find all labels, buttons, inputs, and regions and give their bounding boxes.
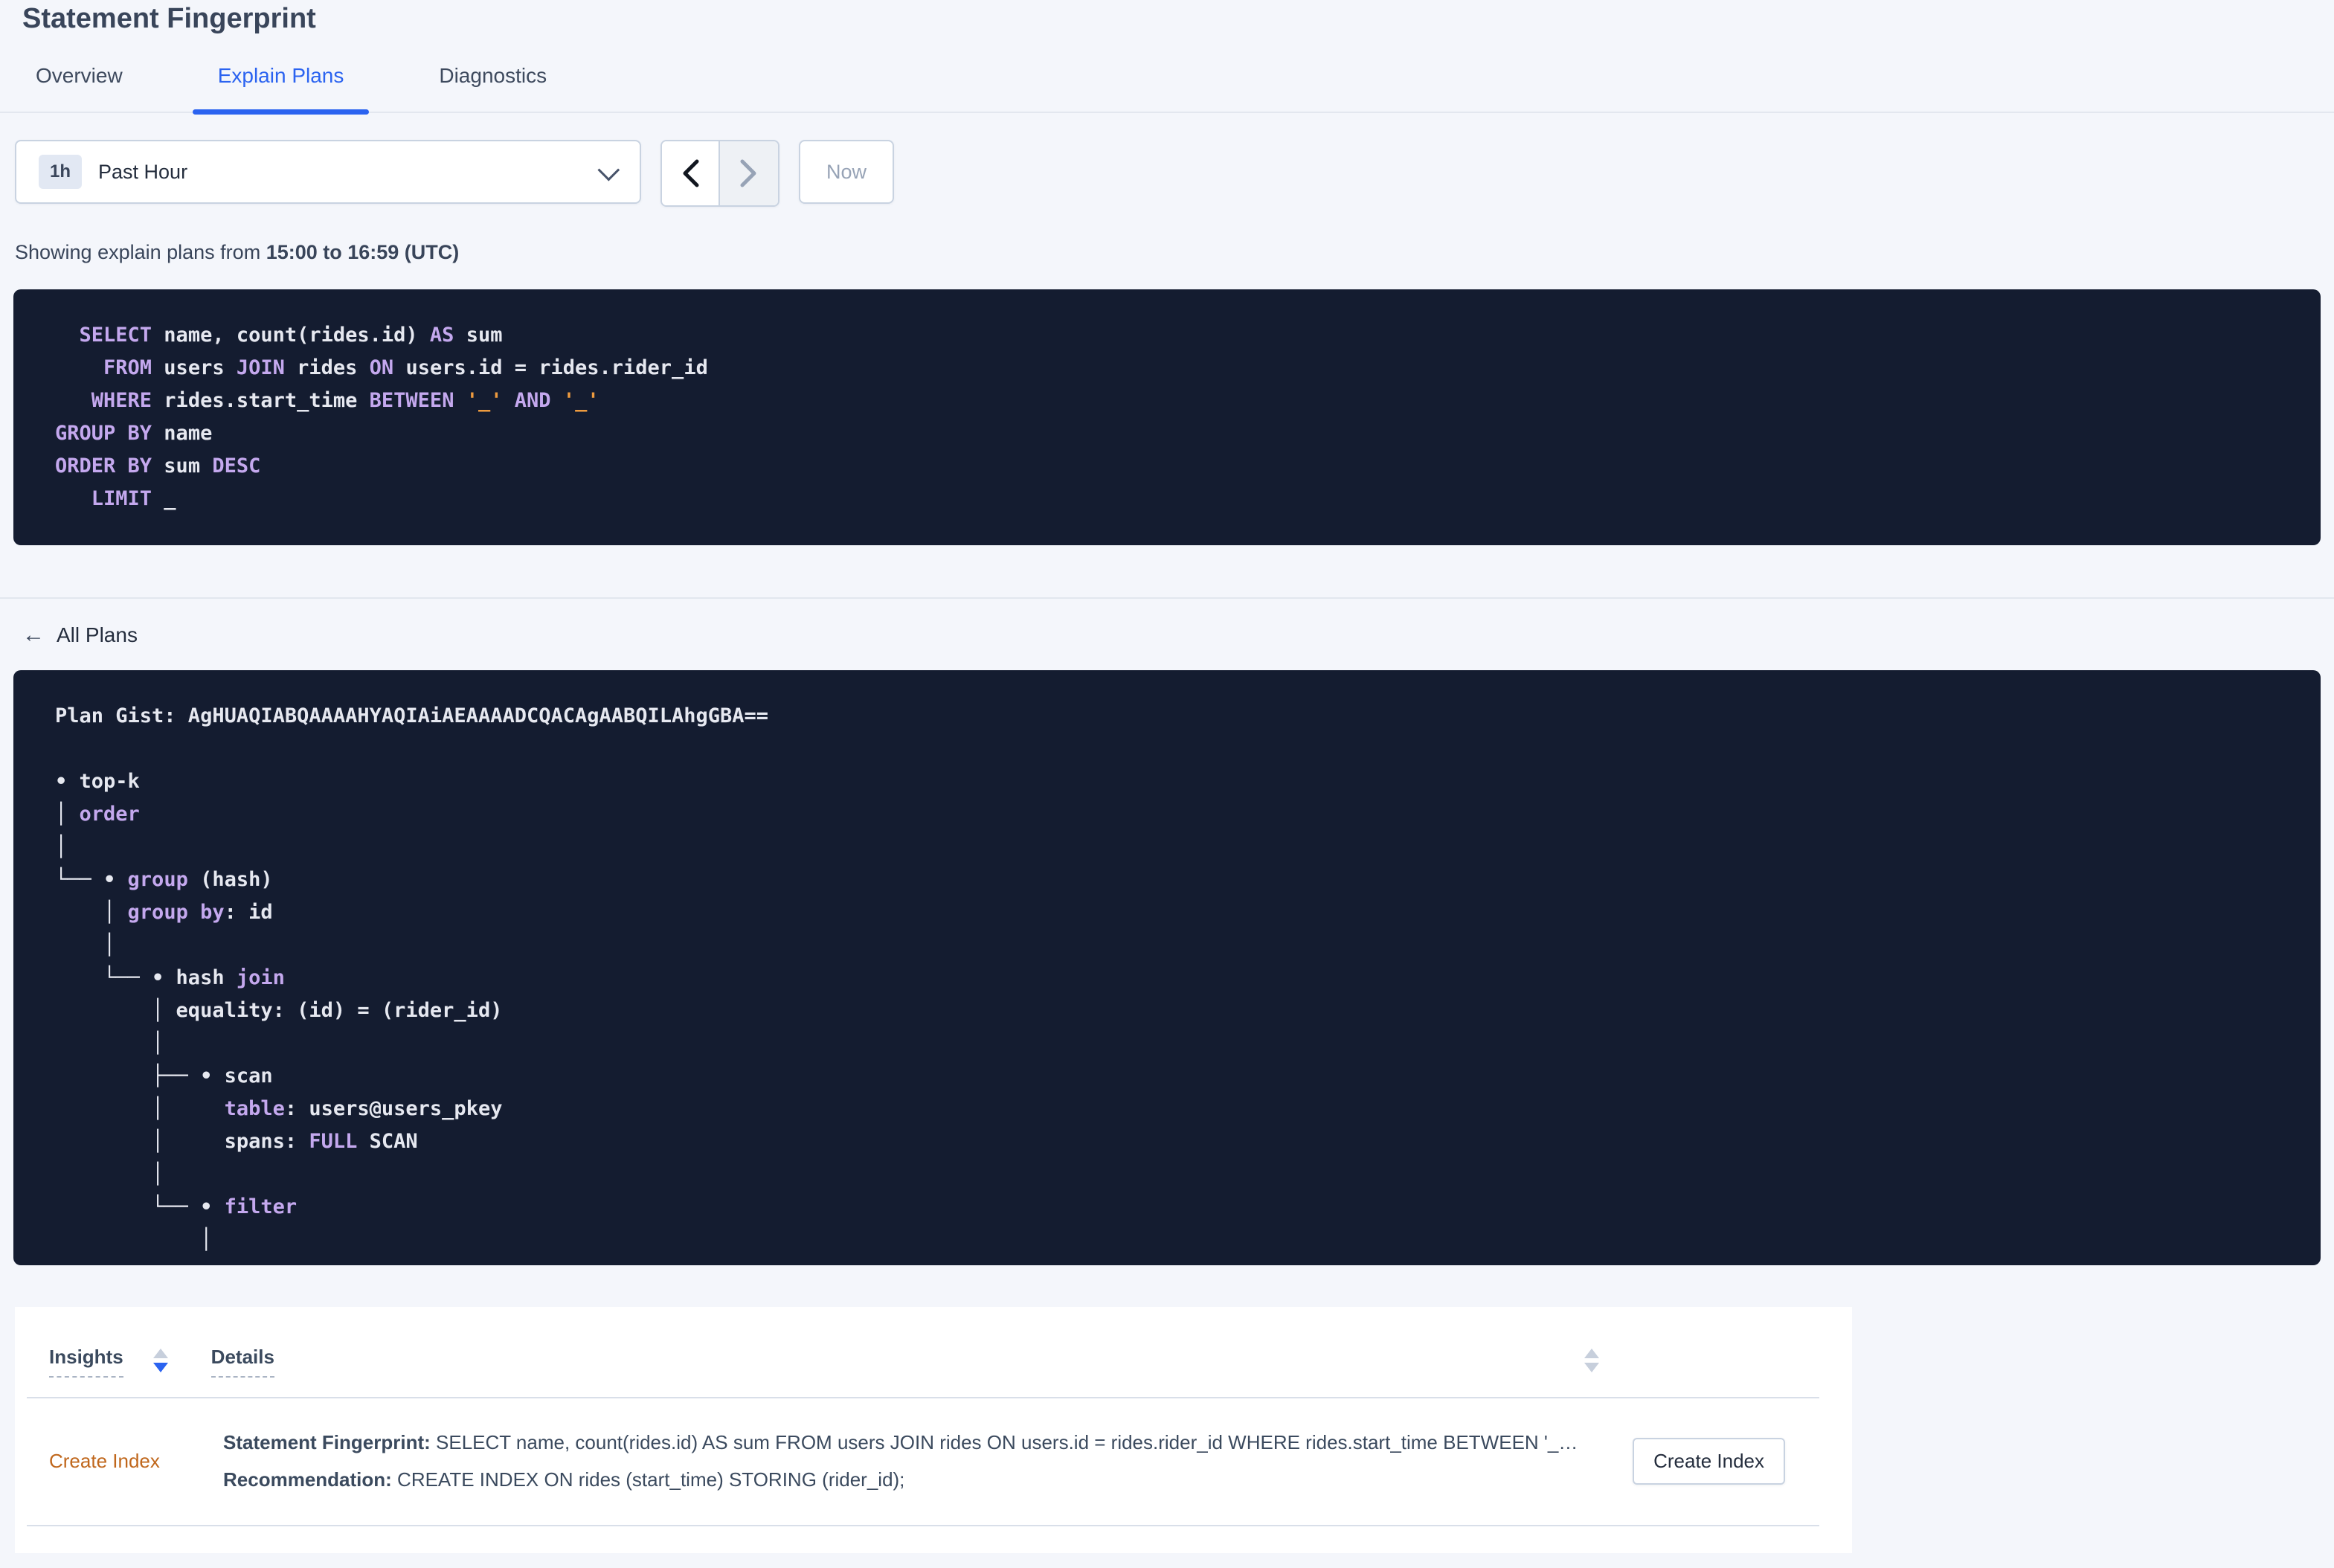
sort-up-arrow (152, 1349, 168, 1358)
recommendation-line: Recommendation: CREATE INDEX ON rides (s… (223, 1461, 1603, 1498)
now-button-label: Now (826, 160, 867, 183)
column-header-insights[interactable]: Insights (49, 1346, 123, 1378)
insights-table-card: Insights Details Create Index Statement … (15, 1307, 1852, 1553)
statement-fingerprint-label: Statement Fingerprint: (223, 1431, 431, 1453)
statement-fingerprint-line: Statement Fingerprint: SELECT name, coun… (223, 1424, 1603, 1461)
sort-up-arrow (1584, 1349, 1599, 1358)
table-row: Create Index Statement Fingerprint: SELE… (15, 1398, 1852, 1498)
now-button[interactable]: Now (799, 140, 894, 204)
insights-table-header: Insights Details (15, 1346, 1852, 1378)
card-bottom-spacer (15, 1526, 1852, 1553)
insight-type-link[interactable]: Create Index (49, 1450, 160, 1472)
tab-diagnostics-label: Diagnostics (439, 64, 547, 87)
caption-prefix: Showing explain plans from (15, 241, 266, 263)
create-index-button[interactable]: Create Index (1633, 1437, 1785, 1485)
insight-cell: Create Index (49, 1450, 223, 1473)
tab-overview-label: Overview (36, 64, 123, 87)
sql-statement-panel: SELECT name, count(rides.id) AS sum FROM… (13, 289, 2321, 545)
time-range-selected: Past Hour (98, 160, 188, 183)
details-cell: Statement Fingerprint: SELECT name, coun… (223, 1424, 1603, 1498)
chevron-left-icon (683, 159, 699, 187)
sql-statement-text: SELECT name, count(rides.id) AS sum FROM… (55, 324, 708, 510)
previous-interval-button[interactable] (662, 141, 720, 205)
sort-down-arrow (1584, 1363, 1599, 1372)
sort-icon-insights[interactable] (152, 1349, 168, 1372)
time-range-badge: 1h (39, 155, 83, 189)
recommendation-label: Recommendation: (223, 1468, 392, 1491)
tab-bar: Overview Explain Plans Diagnostics (0, 37, 2334, 115)
chevron-right-icon (740, 159, 756, 187)
tab-overview[interactable]: Overview (10, 37, 148, 112)
action-cell: Create Index (1633, 1437, 1785, 1485)
chevron-down-icon (597, 158, 620, 181)
tab-explain-plans[interactable]: Explain Plans (192, 37, 370, 115)
next-interval-button[interactable] (720, 141, 778, 205)
plan-gist-tree: Plan Gist: AgHUAQIABQAAAAHYAQIAiAEAAAADC… (55, 704, 769, 1251)
recommendation-value: CREATE INDEX ON rides (start_time) STORI… (391, 1468, 905, 1491)
statement-fingerprint-value: SELECT name, count(rides.id) AS sum FROM… (430, 1431, 1578, 1453)
all-plans-label: All Plans (57, 623, 138, 646)
column-header-details[interactable]: Details (210, 1346, 274, 1378)
plan-gist-panel: Plan Gist: AgHUAQIABQAAAAHYAQIAiAEAAAADC… (13, 670, 2321, 1265)
time-controls: 1h Past Hour Now (15, 140, 2334, 207)
section-divider (0, 597, 2334, 599)
tab-explain-plans-label: Explain Plans (217, 64, 344, 87)
time-range-dropdown[interactable]: 1h Past Hour (15, 140, 641, 204)
showing-plans-caption: Showing explain plans from 15:00 to 16:5… (15, 241, 2334, 264)
all-plans-back-link[interactable]: ← All Plans (22, 623, 138, 648)
page-title: Statement Fingerprint (22, 3, 316, 34)
arrow-left-icon: ← (22, 623, 45, 647)
sort-down-arrow (152, 1363, 168, 1372)
time-step-buttons (660, 140, 779, 207)
tab-diagnostics[interactable]: Diagnostics (414, 37, 572, 112)
sort-icon-details[interactable] (1584, 1349, 1599, 1372)
caption-time-range: 15:00 to 16:59 (UTC) (266, 241, 460, 263)
